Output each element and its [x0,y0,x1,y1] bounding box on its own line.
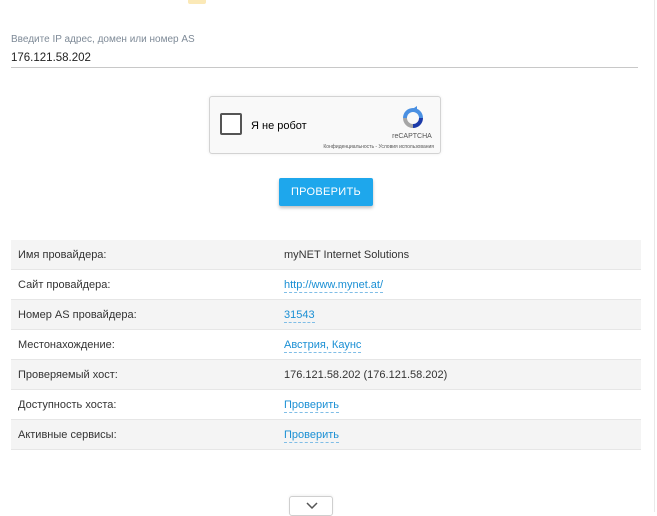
active-services-link[interactable]: Проверить [284,428,340,443]
provider-info-table: Имя провайдера: myNET Internet Solutions… [11,240,641,450]
location-key: Местонахождение: [18,339,115,351]
table-row: Номер AS провайдера: 31543 [11,300,641,330]
provider-as-key: Номер AS провайдера: [18,309,137,321]
recaptcha-brand: reCAPTCHA [392,133,432,140]
top-cut-off-header [0,0,657,6]
header-badge [188,0,206,4]
search-input[interactable] [11,48,638,68]
recaptcha-links[interactable]: Конфиденциальность - Условия использован… [210,144,434,150]
checked-host-value: 176.121.58.202 (176.121.58.202) [284,369,448,381]
provider-site-key: Сайт провайдера: [18,279,111,291]
panel-border [654,0,655,512]
table-row: Сайт провайдера: http://www.mynet.at/ [11,270,641,300]
provider-name-key: Имя провайдера: [18,249,107,261]
table-row: Проверяемый хост: 176.121.58.202 (176.12… [11,360,641,390]
recaptcha-icon [403,106,423,128]
table-row: Имя провайдера: myNET Internet Solutions [11,240,641,270]
chevron-down-icon [306,502,318,510]
provider-name-value: myNET Internet Solutions [284,249,410,261]
location-link[interactable]: Австрия, Каунс [284,338,362,353]
provider-as-link[interactable]: 31543 [284,308,315,323]
host-availability-key: Доступность хоста: [18,399,117,411]
expand-toggle[interactable] [289,496,333,516]
provider-site-link[interactable]: http://www.mynet.at/ [284,278,384,293]
recaptcha-widget: Я не робот reCAPTCHA Конфиденциальность … [209,96,441,154]
table-row: Доступность хоста: Проверить [11,390,641,420]
search-label: Введите IP адрес, домен или номер AS [11,34,195,45]
table-row: Активные сервисы: Проверить [11,420,641,450]
check-button[interactable]: ПРОВЕРИТЬ [279,178,373,206]
active-services-key: Активные сервисы: [18,429,117,441]
recaptcha-label: Я не робот [251,120,307,132]
checked-host-key: Проверяемый хост: [18,369,118,381]
recaptcha-checkbox[interactable] [220,113,242,135]
host-availability-link[interactable]: Проверить [284,398,340,413]
table-row: Местонахождение: Австрия, Каунс [11,330,641,360]
